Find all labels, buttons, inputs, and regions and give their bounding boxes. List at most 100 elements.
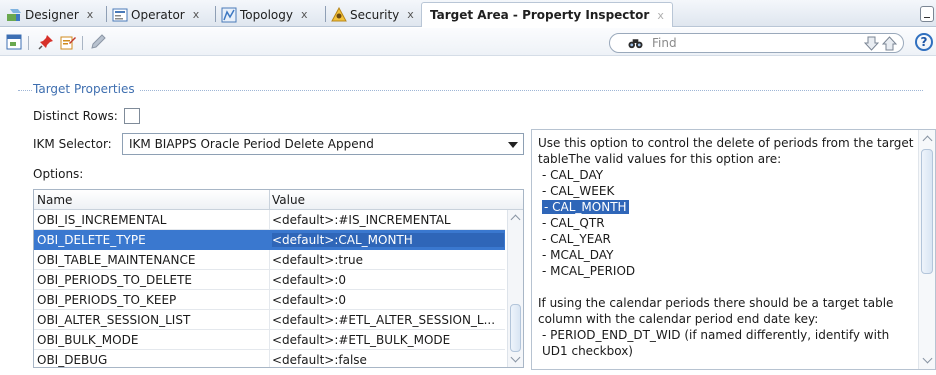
section-title[interactable]: Target Properties bbox=[33, 82, 139, 96]
scrollbar-thumb[interactable] bbox=[921, 149, 933, 274]
scroll-down-icon[interactable] bbox=[510, 352, 521, 363]
column-divider bbox=[269, 350, 270, 367]
pin-icon[interactable] bbox=[38, 34, 54, 50]
close-icon[interactable]: x bbox=[193, 8, 200, 21]
ikm-selector-value: IKM BIAPPS Oracle Period Delete Append bbox=[129, 137, 374, 151]
tab-label: Designer bbox=[25, 7, 79, 22]
description-paragraph: - PERIOD_END_DT_WID (if named differentl… bbox=[542, 328, 890, 358]
table-row[interactable]: OBI_PERIODS_TO_KEEP <default>:0 bbox=[34, 290, 505, 310]
tab-security[interactable]: Security x bbox=[331, 3, 414, 26]
column-divider bbox=[269, 330, 270, 350]
description-value: - MCAL_PERIOD bbox=[542, 264, 636, 278]
close-icon[interactable]: x bbox=[407, 8, 414, 21]
toolbar-divider bbox=[82, 36, 83, 50]
binoculars-icon bbox=[628, 39, 643, 49]
option-name: OBI_IS_INCREMENTAL bbox=[37, 213, 167, 227]
description-value: - MCAL_DAY bbox=[542, 248, 614, 262]
toolbar-divider bbox=[28, 36, 29, 50]
distinct-rows-label: Distinct Rows: bbox=[33, 109, 118, 123]
tab-operator[interactable]: Operator x bbox=[112, 3, 199, 26]
tab-label: Topology bbox=[240, 7, 293, 22]
tab-topology[interactable]: Topology x bbox=[221, 3, 308, 26]
scroll-up-icon[interactable] bbox=[510, 214, 521, 225]
close-icon[interactable]: x bbox=[87, 8, 94, 21]
section-divider bbox=[136, 90, 923, 91]
description-value: - CAL_YEAR bbox=[542, 232, 611, 246]
tab-label: Security bbox=[350, 7, 400, 22]
table-row[interactable]: OBI_BULK_MODE <default>:#ETL_BULK_MODE bbox=[34, 330, 505, 350]
option-name: OBI_DEBUG bbox=[37, 353, 108, 367]
option-description-panel: Use this option to control the delete of… bbox=[531, 129, 936, 370]
security-icon bbox=[331, 6, 347, 21]
description-scrollbar[interactable] bbox=[918, 130, 935, 369]
table-row[interactable]: OBI_IS_INCREMENTAL <default>:#IS_INCREME… bbox=[34, 210, 505, 230]
description-value: - CAL_QTR bbox=[542, 216, 605, 230]
distinct-rows-checkbox[interactable] bbox=[124, 108, 140, 124]
table-row[interactable]: OBI_PERIODS_TO_DELETE <default>:0 bbox=[34, 270, 505, 290]
table-row[interactable]: OBI_ALTER_SESSION_LIST <default>:#ETL_AL… bbox=[34, 310, 505, 330]
tab-property-inspector[interactable]: Target Area - Property Inspector x bbox=[421, 2, 673, 27]
option-value[interactable]: <default>:0 bbox=[272, 273, 504, 287]
tab-divider bbox=[215, 6, 216, 22]
arrow-up-icon[interactable] bbox=[882, 36, 897, 51]
designer-icon bbox=[7, 8, 21, 21]
table-row[interactable]: OBI_TABLE_MAINTENANCE <default>:true bbox=[34, 250, 505, 270]
option-value[interactable]: <default>:false bbox=[272, 353, 504, 367]
topology-icon bbox=[221, 7, 237, 22]
option-name: OBI_ALTER_SESSION_LIST bbox=[37, 313, 191, 327]
column-header-name[interactable]: Name bbox=[37, 193, 72, 207]
tab-label: Operator bbox=[131, 7, 185, 22]
ikm-selector-dropdown[interactable]: IKM BIAPPS Oracle Period Delete Append bbox=[122, 133, 524, 155]
column-divider bbox=[269, 210, 270, 230]
ikm-selector-label: IKM Selector: bbox=[33, 137, 112, 151]
description-value: - CAL_WEEK bbox=[542, 184, 615, 198]
description-value: - CAL_DAY bbox=[542, 168, 604, 182]
option-name: OBI_PERIODS_TO_DELETE bbox=[37, 273, 192, 287]
pencil-icon[interactable] bbox=[90, 34, 106, 50]
tab-divider bbox=[106, 6, 107, 22]
option-value[interactable]: <default>:0 bbox=[272, 293, 504, 307]
column-divider[interactable] bbox=[269, 190, 270, 210]
tab-designer[interactable]: Designer x bbox=[6, 3, 93, 26]
window-icon[interactable] bbox=[6, 34, 22, 50]
find-input[interactable] bbox=[652, 35, 842, 51]
option-description: Use this option to control the delete of… bbox=[538, 135, 916, 359]
chevron-down-icon bbox=[508, 142, 518, 148]
scroll-up-icon[interactable] bbox=[922, 135, 933, 146]
column-divider bbox=[269, 310, 270, 330]
column-divider bbox=[269, 270, 270, 290]
close-icon[interactable]: x bbox=[657, 9, 664, 22]
scroll-down-icon[interactable] bbox=[922, 353, 933, 364]
operator-icon bbox=[112, 8, 128, 21]
option-value[interactable]: <default>:#IS_INCREMENTAL bbox=[272, 213, 504, 227]
description-value-highlighted: - CAL_MONTH bbox=[542, 200, 629, 214]
option-value[interactable]: <default>:true bbox=[272, 253, 504, 267]
help-icon[interactable]: ? bbox=[915, 33, 933, 51]
edit-properties-icon[interactable] bbox=[60, 34, 76, 50]
options-label: Options: bbox=[33, 167, 84, 181]
table-scrollbar[interactable] bbox=[507, 210, 523, 367]
option-name: OBI_TABLE_MAINTENANCE bbox=[37, 253, 196, 267]
column-divider bbox=[269, 290, 270, 310]
table-header: Name Value bbox=[34, 190, 523, 210]
description-paragraph: If using the calendar periods there shou… bbox=[538, 296, 894, 326]
options-table: Name Value OBI_IS_INCREMENTAL <default>:… bbox=[33, 189, 524, 368]
scrollbar-thumb[interactable] bbox=[510, 304, 521, 352]
section-header: Target Properties bbox=[18, 82, 923, 100]
arrow-down-icon[interactable] bbox=[864, 36, 879, 51]
option-name: OBI_BULK_MODE bbox=[37, 333, 139, 347]
description-intro: Use this option to control the delete of… bbox=[538, 136, 914, 166]
option-value[interactable]: <default>:CAL_MONTH bbox=[272, 233, 504, 247]
tab-label: Target Area - Property Inspector bbox=[430, 8, 650, 22]
minimize-button[interactable] bbox=[920, 6, 934, 22]
table-row[interactable]: OBI_DEBUG <default>:false bbox=[34, 350, 505, 367]
option-value[interactable]: <default>:#ETL_BULK_MODE bbox=[272, 333, 504, 347]
option-value[interactable]: <default>:#ETL_ALTER_SESSION_L... bbox=[272, 313, 504, 327]
table-row-selected[interactable]: OBI_DELETE_TYPE <default>:CAL_MONTH bbox=[34, 230, 505, 250]
tab-bar: Designer x Operator x Topology x Securit… bbox=[0, 0, 936, 27]
option-name: OBI_PERIODS_TO_KEEP bbox=[37, 293, 177, 307]
find-field bbox=[609, 33, 904, 53]
column-header-value[interactable]: Value bbox=[272, 193, 305, 207]
close-icon[interactable]: x bbox=[301, 8, 308, 21]
column-divider bbox=[269, 250, 270, 270]
